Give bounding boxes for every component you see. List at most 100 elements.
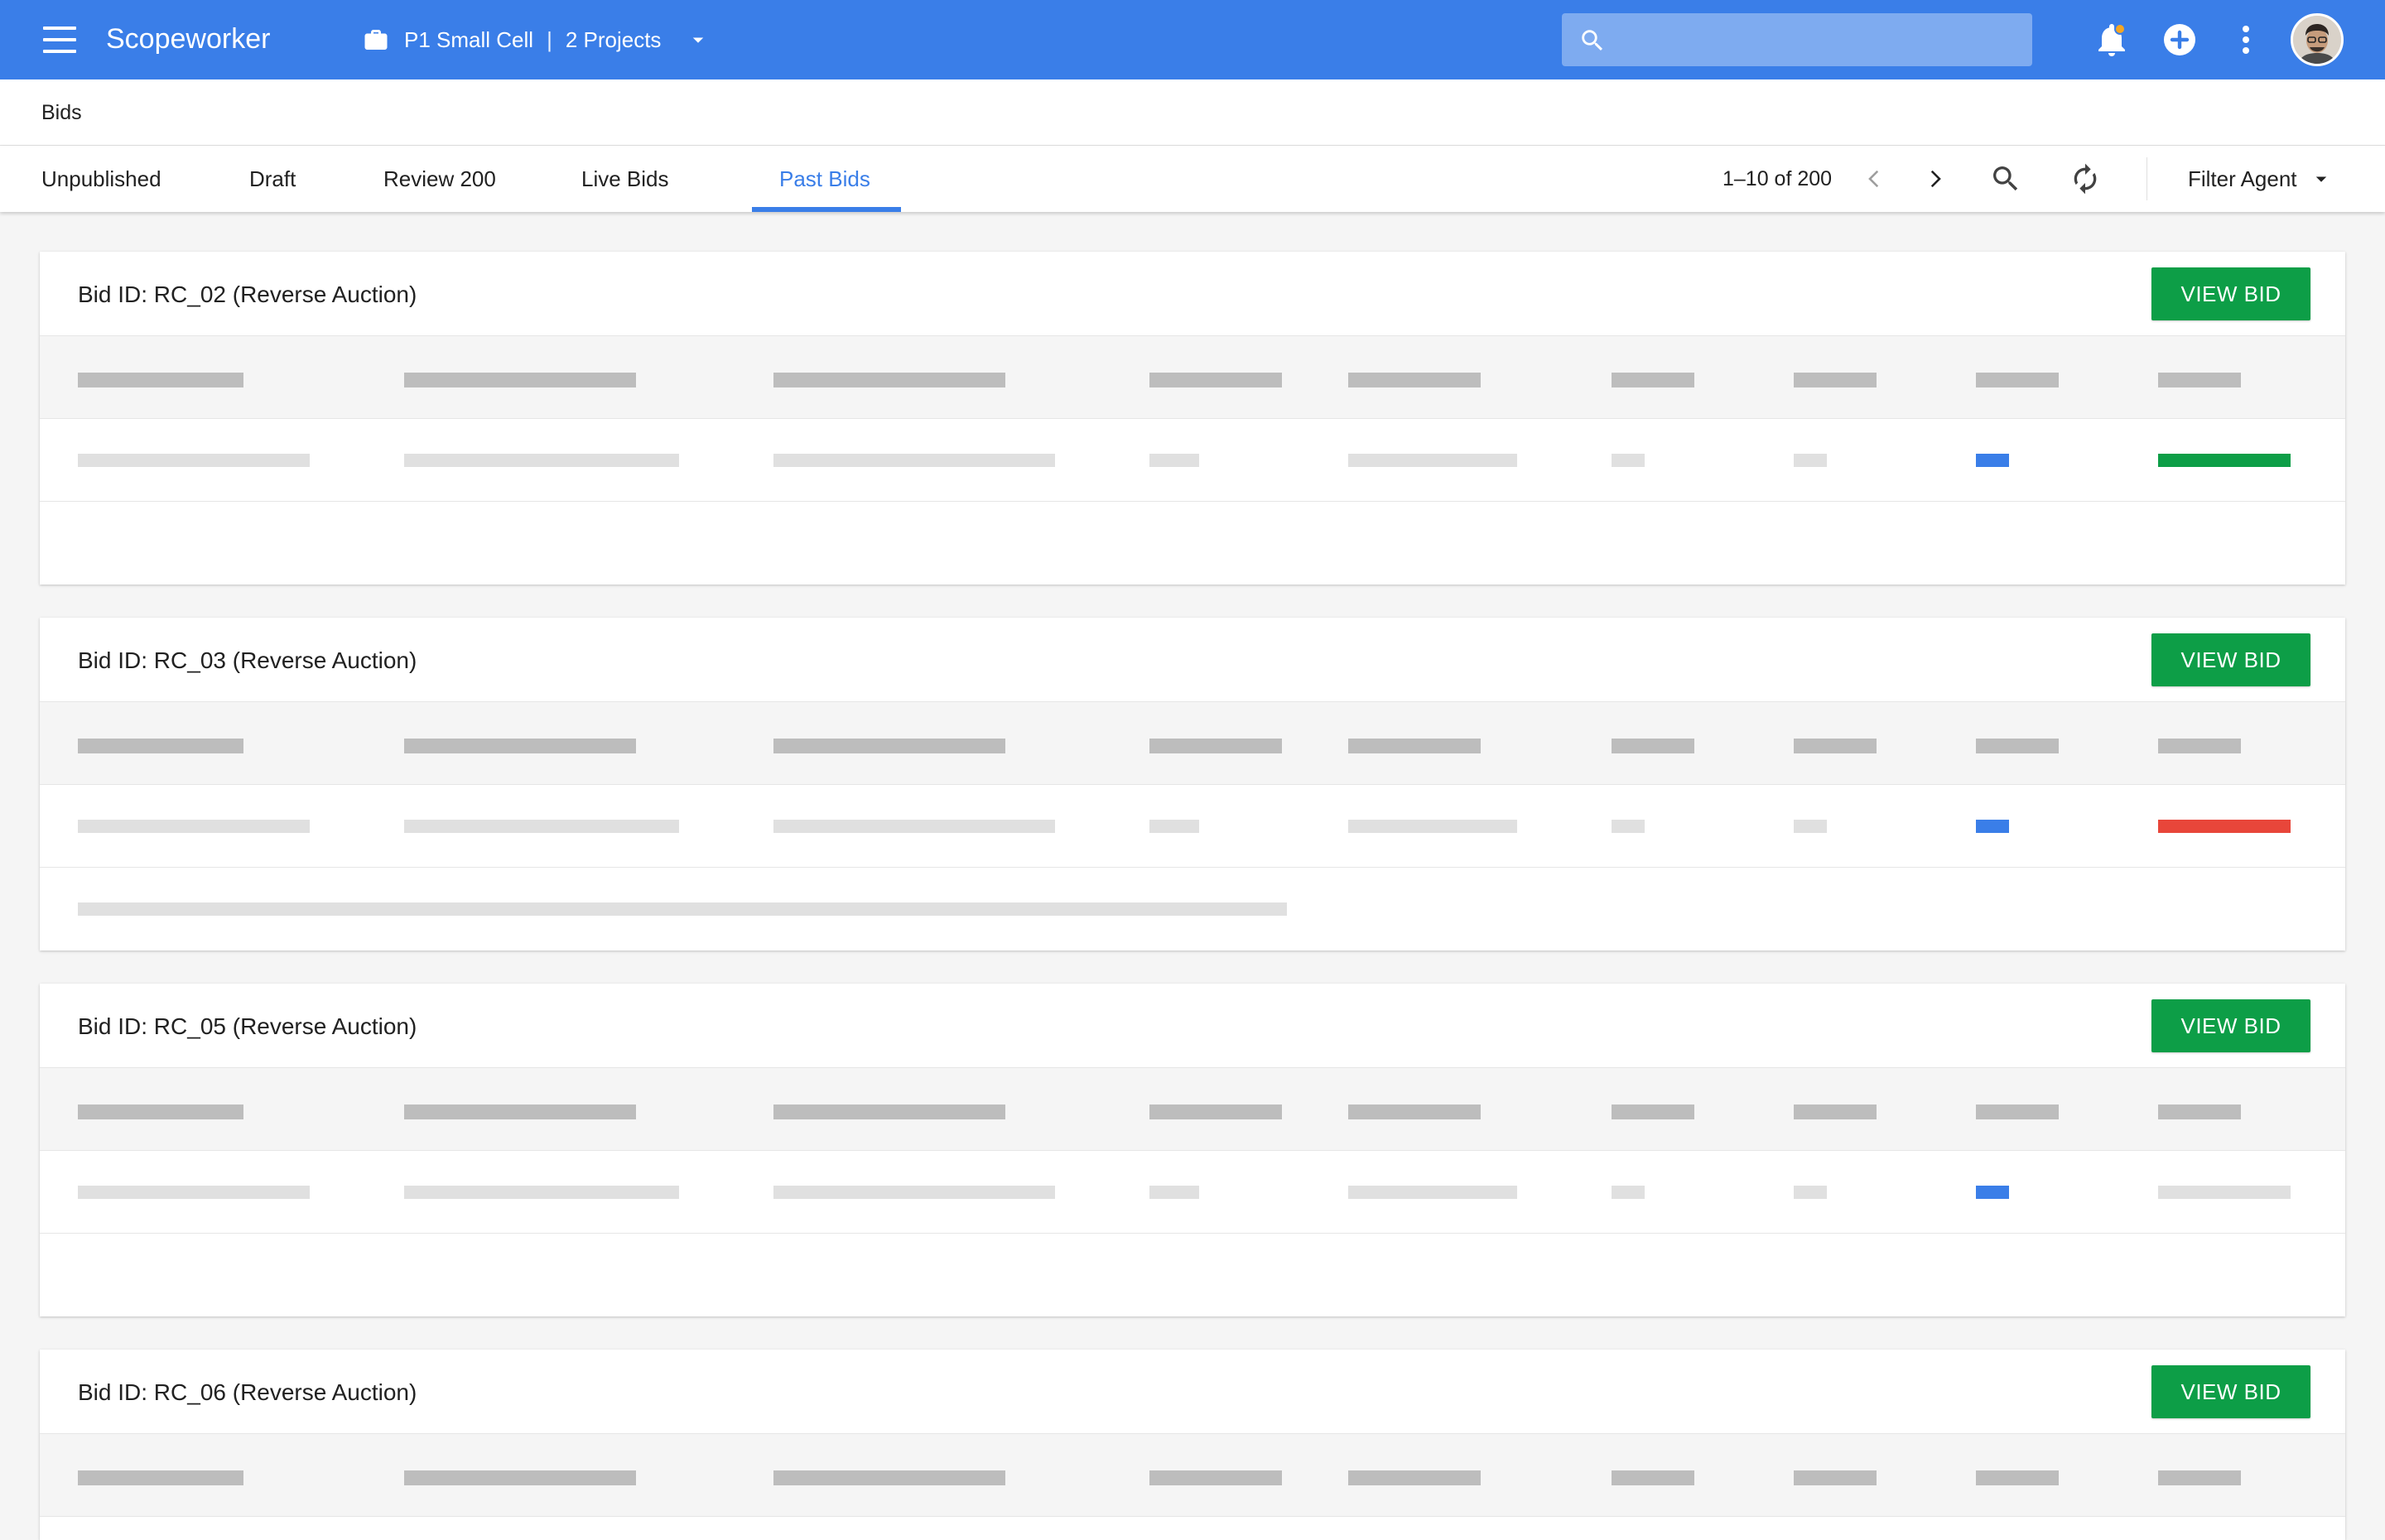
header-placeholder [1149,739,1282,753]
view-bid-button[interactable]: VIEW BID [2151,633,2310,686]
cell-placeholder [404,820,679,833]
tab-draft[interactable]: Draft [249,146,296,212]
header-placeholder [404,1470,636,1485]
bid-card-header: Bid ID: RC_03 (Reverse Auction) VIEW BID [40,618,2345,702]
cell-placeholder [404,1186,679,1199]
header-placeholder [404,373,636,387]
header-placeholder [2158,373,2241,387]
header-placeholder [1612,739,1694,753]
tab-past-bids[interactable]: Past Bids [779,146,870,212]
filter-agent-dropdown[interactable]: Filter Agent [2188,146,2334,212]
bell-icon[interactable] [2092,20,2132,60]
breadcrumb: Bids [0,79,2385,146]
tab-unpublished[interactable]: Unpublished [41,146,161,212]
cell-placeholder [1612,454,1645,467]
header-placeholder [404,739,636,753]
cell-placeholder [1794,454,1827,467]
header-placeholder [1976,373,2059,387]
cell-placeholder [404,454,679,467]
table-header-row [40,1434,2345,1517]
tab-bar: Unpublished Draft Review 200 Live Bids P… [0,146,2385,212]
breadcrumb-item[interactable]: Bids [41,98,82,128]
table-row-empty [40,1234,2345,1316]
view-bid-button[interactable]: VIEW BID [2151,267,2310,320]
tab-review[interactable]: Review 200 [383,146,496,212]
search-icon [1582,30,1603,51]
result-indicator-red [2158,820,2291,833]
table-row-empty [40,502,2345,585]
header-placeholder [773,739,1005,753]
chevron-left-icon[interactable] [1858,162,1891,195]
more-vert-icon[interactable] [2226,20,2266,60]
status-indicator-blue [1976,454,2009,467]
header-placeholder [1348,1470,1481,1485]
bid-card-header: Bid ID: RC_06 (Reverse Auction) VIEW BID [40,1350,2345,1434]
cell-placeholder [1149,1186,1199,1199]
tab-live-bids[interactable]: Live Bids [581,146,669,212]
active-tab-indicator [752,207,901,212]
refresh-icon[interactable] [2069,162,2102,195]
header-placeholder [1612,373,1694,387]
toolbar-divider [2146,157,2147,200]
cell-placeholder [2158,1186,2291,1199]
menu-icon[interactable] [43,26,76,53]
avatar[interactable] [2291,13,2344,66]
table-row[interactable] [40,785,2345,868]
search-input[interactable] [1620,13,2021,68]
header-placeholder [1348,373,1481,387]
result-indicator-green [2158,454,2291,467]
cell-placeholder [1794,1186,1827,1199]
add-circle-icon[interactable] [2160,20,2200,60]
cell-placeholder [1348,454,1517,467]
table-header-row [40,702,2345,785]
header-placeholder [404,1104,636,1119]
bid-card: Bid ID: RC_03 (Reverse Auction) VIEW BID [40,618,2345,950]
table-row[interactable] [40,419,2345,502]
chevron-right-icon[interactable] [1918,162,1951,195]
header-placeholder [78,1470,243,1485]
header-placeholder [1348,1104,1481,1119]
header-placeholder [78,1104,243,1119]
pagination-range: 1–10 of 200 [1722,167,1833,190]
project-selector[interactable]: P1 Small Cell | 2 Projects [361,22,711,58]
search-icon[interactable] [1989,162,2022,195]
arrow-drop-down-icon [2315,176,2326,182]
status-indicator-blue [1976,820,2009,833]
cell-placeholder [1348,1186,1517,1199]
header-placeholder [1794,1470,1877,1485]
header-placeholder [2158,1104,2241,1119]
cell-placeholder [773,1186,1055,1199]
view-bid-button[interactable]: VIEW BID [2151,999,2310,1052]
header-placeholder [773,1470,1005,1485]
bid-title: Bid ID: RC_06 (Reverse Auction) [78,1379,417,1405]
header-placeholder [1612,1104,1694,1119]
header-placeholder [1976,739,2059,753]
view-bid-button[interactable]: VIEW BID [2151,1365,2310,1418]
cell-placeholder [1348,820,1517,833]
cell-placeholder [1612,1186,1645,1199]
header-placeholder [1149,1104,1282,1119]
header-placeholder [1149,373,1282,387]
header-placeholder [78,373,243,387]
briefcase-icon [364,30,388,50]
arrow-drop-down-icon [693,37,704,43]
cell-placeholder [78,820,310,833]
header-placeholder [1348,739,1481,753]
cell-placeholder [78,454,310,467]
project-separator: | [547,26,552,52]
header-placeholder [2158,1470,2241,1485]
bid-title: Bid ID: RC_02 (Reverse Auction) [78,282,417,307]
cell-placeholder [78,1186,310,1199]
search-bar[interactable] [1562,13,2032,68]
header-placeholder [1794,739,1877,753]
header-placeholder [773,373,1005,387]
header-placeholder [1976,1104,2059,1119]
project-name: P1 Small Cell [404,26,534,52]
table-row[interactable] [40,1151,2345,1234]
bid-card: Bid ID: RC_06 (Reverse Auction) VIEW BID [40,1350,2345,1540]
note-placeholder [78,902,1287,916]
bid-title: Bid ID: RC_03 (Reverse Auction) [78,647,417,673]
project-count: 2 Projects [565,26,662,52]
filter-agent-label: Filter Agent [2188,166,2297,191]
bid-card-header: Bid ID: RC_02 (Reverse Auction) VIEW BID [40,252,2345,336]
